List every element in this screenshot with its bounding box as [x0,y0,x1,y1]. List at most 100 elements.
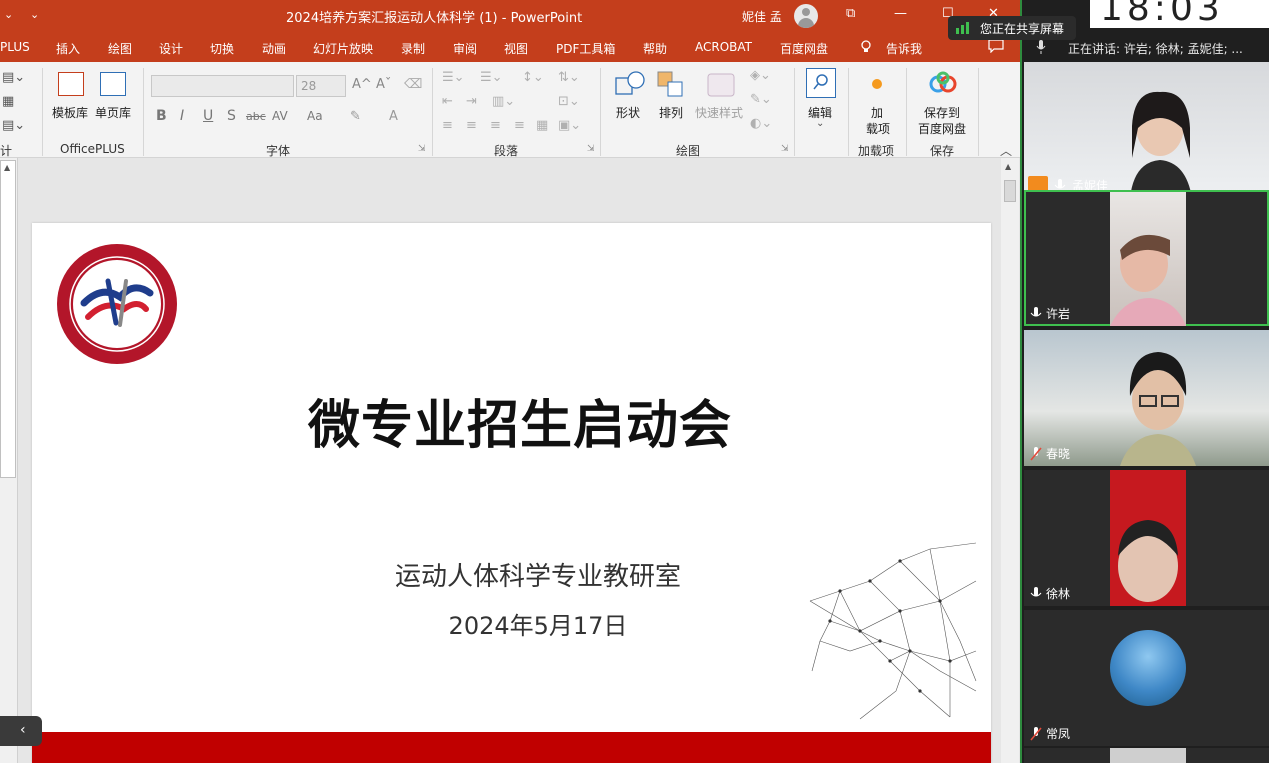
increase-indent-icon[interactable]: ⇥ [466,94,477,109]
microphone-icon [1030,587,1042,597]
lightbulb-icon[interactable] [860,40,872,57]
minimize-button[interactable]: — [894,6,907,21]
line-spacing-icon[interactable]: ↕⌄ [522,70,544,85]
shape-effects-icon[interactable]: ◐⌄ [750,116,772,131]
shapes-icon[interactable] [614,70,646,103]
reset-icon[interactable]: ▦ [2,94,14,109]
customize-quick-access-icon[interactable]: ⌄ [30,8,39,21]
font-size-select[interactable]: 28 [296,75,346,97]
character-spacing-button[interactable]: AV [272,109,288,123]
font-color-icon[interactable]: A [389,109,398,124]
increase-font-size-icon[interactable]: A^ [352,77,372,92]
tab-design[interactable]: 设计 [159,40,183,57]
align-text-icon[interactable]: ⊡⌄ [558,94,580,109]
addins-button-line2[interactable]: 载项 [866,120,890,137]
bold-button[interactable]: B [156,108,167,124]
change-case-button[interactable]: Aa [307,109,323,123]
thumbnail-scrollbar[interactable]: ▲ [0,160,16,478]
decrease-font-size-icon[interactable]: Aˇ [376,77,391,92]
tab-pdf-toolbox[interactable]: PDF工具箱 [556,40,615,57]
participant-tile[interactable]: 常凤 [1024,610,1269,746]
account-avatar-icon[interactable] [794,4,818,28]
search-icon[interactable] [806,68,836,98]
section-icon[interactable]: ▤⌄ [2,118,25,133]
participant-tile[interactable]: 许岩 [1024,190,1269,326]
clear-formatting-icon[interactable]: ⌫ [404,77,422,92]
divider [906,68,907,156]
strikethrough-button[interactable]: abc [246,110,266,123]
slide[interactable]: 微专业招生启动会 运动人体科学专业教研室 2024年5月17日 [32,223,991,763]
scroll-up-icon[interactable]: ▲ [1005,162,1011,171]
collapse-ribbon-icon[interactable]: ︿ [1000,142,1012,159]
participant-tile[interactable]: 孟妮佳 [1024,62,1269,198]
clock-overlay: 18:03 [1090,0,1269,28]
text-shadow-button[interactable]: S [227,108,236,124]
tab-insert[interactable]: 插入 [56,40,80,57]
bullets-icon[interactable]: ☰⌄ [442,70,465,85]
group-label-paragraph: 段落 [494,144,519,158]
clock-time: 18:03 [1100,0,1224,28]
single-page-library-icon[interactable] [100,72,126,96]
save-to-baidu-button-line1[interactable]: 保存到 [924,104,960,121]
participant-tile[interactable]: 春晓 [1024,330,1269,466]
arrange-icon[interactable] [656,70,686,103]
columns-icon[interactable]: ▥⌄ [492,94,515,109]
quick-styles-button[interactable]: 快速样式 [695,104,743,121]
quick-access-dropdown-icon[interactable]: ⌄ [4,8,13,21]
scroll-up-icon[interactable]: ▲ [4,163,10,172]
decrease-indent-icon[interactable]: ⇤ [442,94,453,109]
arrange-button[interactable]: 排列 [659,104,683,121]
addins-icon[interactable] [872,79,882,89]
tab-view[interactable]: 视图 [504,40,528,57]
tell-me-search[interactable]: 告诉我 [886,40,922,57]
justify-icon[interactable]: ≡ [514,118,525,133]
participant-tile[interactable]: 徐林 [1024,470,1269,606]
tab-transitions[interactable]: 切换 [210,40,234,57]
tab-record[interactable]: 录制 [401,40,425,57]
highlight-icon[interactable]: ✎ [350,109,361,124]
tab-help[interactable]: 帮助 [643,40,667,57]
italic-button[interactable]: I [180,108,184,124]
quick-styles-icon[interactable] [706,70,736,103]
baidu-netdisk-icon[interactable] [928,70,958,101]
addins-button-line1[interactable]: 加 [871,104,883,121]
tab-baidu-netdisk[interactable]: 百度网盘 [780,40,828,57]
shape-fill-icon[interactable]: ◈⌄ [750,68,771,83]
drawing-dialog-launcher-icon[interactable]: ⇲ [781,144,789,154]
paragraph-dialog-launcher-icon[interactable]: ⇲ [587,144,595,154]
ribbon-display-options-icon[interactable]: ⧉ [846,6,855,21]
runner-wireframe-illustration [809,542,977,720]
align-left-icon[interactable]: ≡ [442,118,453,133]
tab-animations[interactable]: 动画 [262,40,286,57]
text-direction-icon[interactable]: ⇅⌄ [558,70,580,85]
slide-scrollbar[interactable]: ▲ [1001,158,1019,763]
collapse-toolbar-button[interactable]: ‹ [0,716,42,746]
tab-acrobat[interactable]: ACROBAT [695,40,752,54]
participant-tile[interactable] [1024,748,1269,763]
shape-outline-icon[interactable]: ✎⌄ [750,92,772,107]
template-library-button[interactable]: 模板库 [52,104,88,121]
tab-review[interactable]: 审阅 [453,40,477,57]
font-size-value: 28 [301,79,317,93]
slide-title[interactable]: 微专业招生启动会 [32,383,991,458]
align-center-icon[interactable]: ≡ [466,118,477,133]
numbering-icon[interactable]: ☰⌄ [480,70,503,85]
single-page-library-button[interactable]: 单页库 [95,104,131,121]
align-right-icon[interactable]: ≡ [490,118,501,133]
tab-draw[interactable]: 绘图 [108,40,132,57]
scrollbar-thumb[interactable] [1004,180,1016,202]
save-to-baidu-button-line2[interactable]: 百度网盘 [918,120,966,137]
font-family-select[interactable] [151,75,294,97]
comment-icon[interactable] [988,39,1004,56]
template-library-icon[interactable] [58,72,84,96]
smartart-icon[interactable]: ▣⌄ [558,118,581,133]
tab-slideshow[interactable]: 幻灯片放映 [313,40,373,57]
shapes-button[interactable]: 形状 [616,104,640,121]
tab-officeplus[interactable]: PLUS [0,40,30,54]
layout-icon[interactable]: ▤⌄ [2,70,25,85]
distributed-icon[interactable]: ▦ [536,118,548,133]
chevron-down-icon[interactable]: ⌄ [816,118,824,129]
underline-button[interactable]: U [203,108,213,124]
account-name[interactable]: 妮佳 孟 [742,8,782,25]
font-dialog-launcher-icon[interactable]: ⇲ [418,144,426,154]
